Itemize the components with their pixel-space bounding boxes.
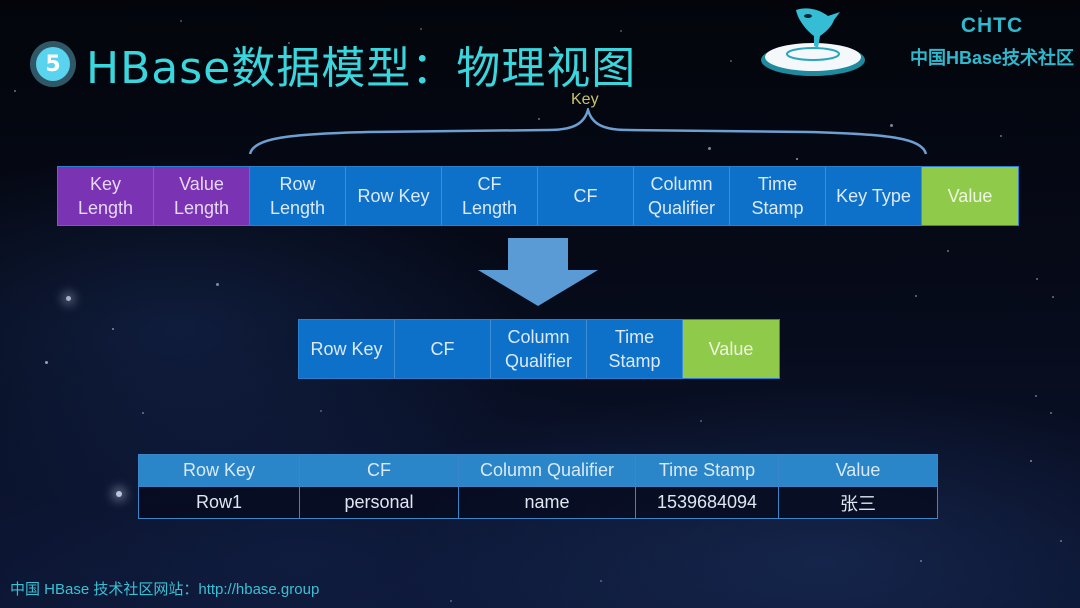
slide-title: HBase数据模型：物理视图: [86, 43, 637, 94]
star-decoration: [45, 361, 48, 364]
star-decoration: [142, 412, 144, 414]
simplified-cell-cf: CF: [395, 320, 491, 378]
star-decoration: [947, 250, 949, 252]
star-decoration: [730, 60, 732, 62]
star-decoration: [980, 10, 982, 12]
column-header: Column Qualifier: [458, 454, 636, 487]
star-decoration: [1052, 296, 1054, 298]
star-decoration: [116, 491, 122, 497]
keyvalue-cell-cf-length: CF Length: [442, 167, 538, 225]
keyvalue-cell-time-stamp: Time Stamp: [730, 167, 826, 225]
table-cell: name: [458, 486, 636, 519]
simplified-cell-column-qualifier: Column Qualifier: [491, 320, 587, 378]
slide-header: 5 HBase数据模型：物理视图: [30, 32, 636, 96]
column-header: Value: [778, 454, 938, 487]
keyvalue-structure-strip: Key Length Value Length Row Length Row Key CF Le…: [57, 166, 1019, 226]
star-decoration: [1030, 460, 1032, 462]
star-decoration: [920, 560, 922, 562]
footer-website: 中国 HBase 技术社区网站：http://hbase.group: [10, 581, 320, 598]
keyvalue-cell-key-length: Key Length: [58, 167, 154, 225]
column-header: Row Key: [138, 454, 300, 487]
simplified-cell-value: Value: [683, 320, 779, 378]
star-decoration: [1050, 412, 1052, 414]
simplified-cell-time-stamp: Time Stamp: [587, 320, 683, 378]
keyvalue-cell-row-length: Row Length: [250, 167, 346, 225]
star-decoration: [112, 328, 114, 330]
column-header: Time Stamp: [635, 454, 779, 487]
keyvalue-cell-row-key: Row Key: [346, 167, 442, 225]
table-cell: 1539684094: [635, 486, 779, 519]
column-header: CF: [299, 454, 459, 487]
star-decoration: [450, 600, 452, 602]
table-cell: Row1: [138, 486, 300, 519]
orca-whale-logo-icon: [761, 8, 865, 76]
star-decoration: [915, 295, 917, 297]
example-table: Row Key CF Column Qualifier Time Stamp V…: [138, 454, 938, 519]
brand-subtitle: 中国HBase技术社区: [909, 48, 1074, 68]
star-decoration: [180, 20, 182, 22]
key-brace-label: Key: [571, 91, 599, 108]
table-cell: 张三: [778, 486, 938, 519]
star-decoration: [600, 580, 602, 582]
star-decoration: [14, 90, 16, 92]
down-arrow-icon: [478, 238, 598, 306]
simplified-cell-row-key: Row Key: [299, 320, 395, 378]
brand-block: CHTC 中国HBase技术社区: [910, 14, 1074, 70]
star-decoration: [420, 28, 422, 30]
table-row: Row1 personal name 1539684094 张三: [138, 486, 938, 519]
keyvalue-cell-key-type: Key Type: [826, 167, 922, 225]
keyvalue-cell-cf: CF: [538, 167, 634, 225]
star-decoration: [216, 283, 219, 286]
simplified-structure-strip: Row Key CF Column Qualifier Time Stamp Value: [298, 319, 780, 379]
star-decoration: [1060, 540, 1062, 542]
brand-title: CHTC: [960, 14, 1024, 37]
keyvalue-cell-value: Value: [922, 167, 1018, 225]
star-decoration: [700, 420, 702, 422]
keyvalue-cell-column-qualifier: Column Qualifier: [634, 167, 730, 225]
table-header-row: Row Key CF Column Qualifier Time Stamp V…: [138, 454, 938, 487]
star-decoration: [1000, 135, 1002, 137]
keyvalue-cell-value-length: Value Length: [154, 167, 250, 225]
star-decoration: [1036, 278, 1038, 280]
section-number: 5: [36, 47, 70, 81]
star-decoration: [66, 296, 71, 301]
key-brace-icon: [248, 108, 928, 155]
table-cell: personal: [299, 486, 459, 519]
star-decoration: [320, 410, 322, 412]
section-number-badge: 5: [30, 41, 76, 87]
star-decoration: [1035, 395, 1037, 397]
